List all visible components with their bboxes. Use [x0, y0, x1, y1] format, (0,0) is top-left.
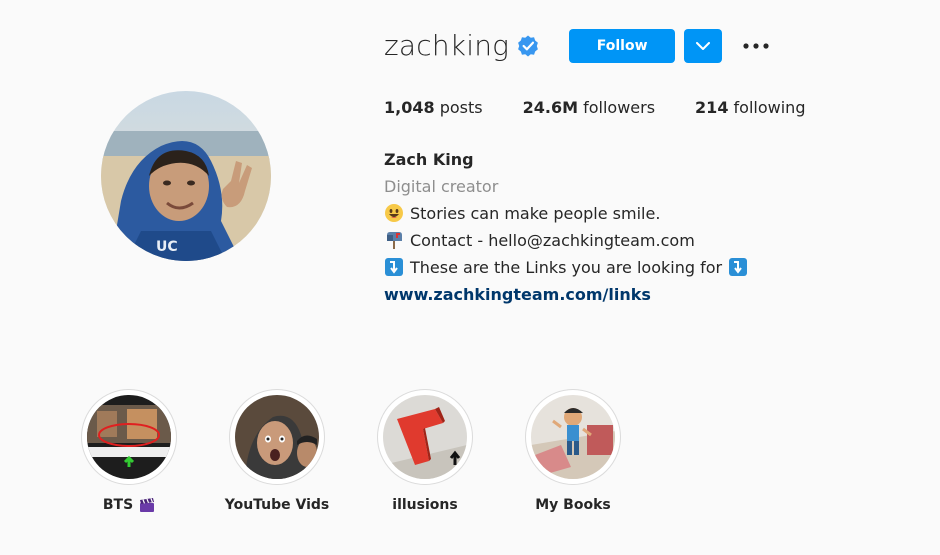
chevron-down-icon: [696, 41, 711, 50]
more-options-icon[interactable]: [742, 32, 770, 60]
down-right-arrow-emoji-icon: [728, 257, 748, 277]
verified-badge-icon: [517, 35, 539, 57]
clapper-board-icon: [139, 497, 155, 513]
youtube-vids-cover-image: [235, 395, 319, 479]
profile-bio: Zach King Digital creator Stories can ma…: [384, 146, 748, 308]
profile-photo-image: UC: [101, 91, 271, 261]
highlight-bts[interactable]: BTS: [55, 389, 203, 513]
highlight-cover: [229, 389, 325, 485]
highlight-cover: [525, 389, 621, 485]
profile-stats: 1,048 posts 24.6M followers 214 followin…: [384, 98, 845, 117]
highlight-youtube-vids[interactable]: YouTube Vids: [203, 389, 351, 513]
suggested-accounts-dropdown-button[interactable]: [684, 29, 723, 63]
profile-category: Digital creator: [384, 177, 499, 196]
bts-cover-image: [87, 395, 171, 479]
down-right-arrow-emoji-icon: [384, 257, 404, 277]
bio-website-link[interactable]: www.zachkingteam.com/links: [384, 285, 651, 304]
followers-link[interactable]: 24.6M followers: [523, 98, 655, 117]
story-highlights: BTS YouTube Vids illusions My Books: [55, 389, 647, 513]
highlight-label: illusions: [392, 497, 458, 513]
profile-username: zachking: [384, 29, 510, 62]
following-link[interactable]: 214 following: [695, 98, 805, 117]
profile-avatar[interactable]: UC: [101, 91, 271, 261]
posts-count: 1,048 posts: [384, 98, 483, 117]
highlight-label: BTS: [103, 497, 155, 513]
svg-text:UC: UC: [156, 239, 178, 255]
highlight-label: YouTube Vids: [224, 497, 330, 513]
highlight-cover: [81, 389, 177, 485]
highlight-illusions[interactable]: illusions: [351, 389, 499, 513]
bio-line-smile: Stories can make people smile.: [384, 200, 748, 227]
mailbox-emoji-icon: [384, 230, 404, 250]
follow-button[interactable]: Follow: [569, 29, 676, 63]
highlight-cover: [377, 389, 473, 485]
highlight-label: My Books: [535, 497, 611, 513]
highlight-my-books[interactable]: My Books: [499, 389, 647, 513]
smiley-emoji-icon: [384, 203, 404, 223]
bio-line-contact: Contact - hello@zachkingteam.com: [384, 227, 748, 254]
bio-line-links: These are the Links you are looking for: [384, 254, 748, 281]
my-books-cover-image: [531, 395, 615, 479]
profile-full-name: Zach King: [384, 150, 474, 169]
illusions-cover-image: [383, 395, 467, 479]
